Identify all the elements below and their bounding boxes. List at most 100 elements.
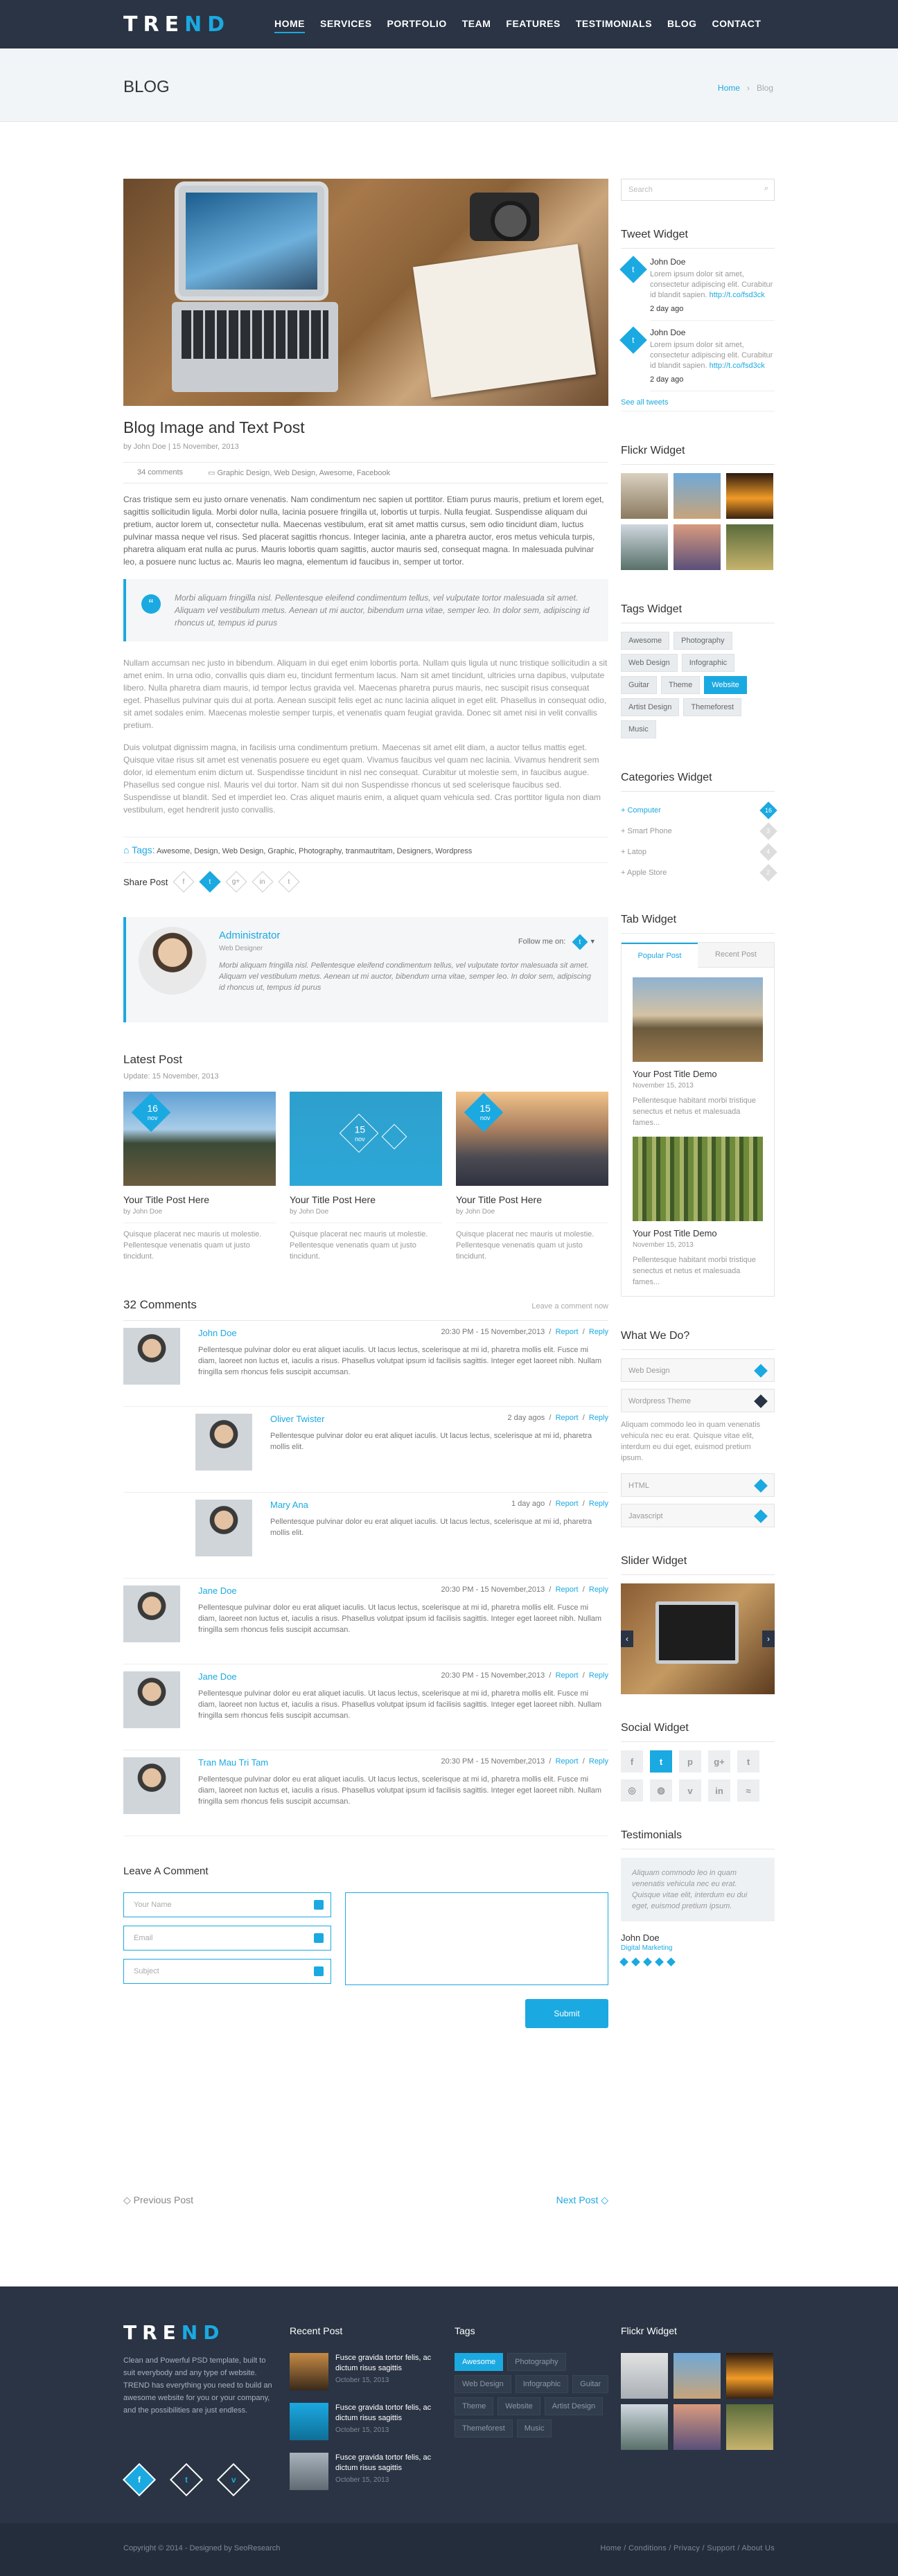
nav-contact[interactable]: CONTACT [712,18,761,33]
submit-button[interactable]: Submit [525,1999,608,2028]
tag-chip[interactable]: Photography [507,2353,566,2371]
slider-next-icon[interactable]: › [762,1631,775,1647]
tag-chip[interactable]: Guitar [621,676,657,694]
camera-icon[interactable] [381,1123,407,1150]
tab-popular[interactable]: Popular Post [622,943,698,968]
tag-chip[interactable]: Website [704,676,747,694]
accordion-item[interactable]: HTML [621,1473,775,1497]
pager-dot[interactable] [667,1957,676,1966]
tag-chip[interactable]: Artist Design [544,2397,604,2415]
facebook-icon[interactable]: f [173,871,195,893]
category-item[interactable]: + Smart Phone 3 [621,821,777,842]
tag-chip[interactable]: Awesome [621,632,670,650]
tag-chip[interactable]: Artist Design [621,698,680,716]
chevron-down-icon[interactable]: ▾ [590,938,595,946]
footer-recent-item[interactable]: Fusce gravida tortor felis, ac dictum ri… [290,2353,442,2390]
report-link[interactable]: Report [556,1500,579,1508]
nav-features[interactable]: FEATURES [506,18,560,33]
tumblr-icon[interactable]: t [278,871,300,893]
nav-home[interactable]: HOME [274,18,305,33]
pinterest-icon[interactable]: p [679,1750,701,1773]
author-name[interactable]: Administrator [219,930,280,941]
tag-chip[interactable]: Web Design [621,654,678,672]
leave-comment-link[interactable]: Leave a comment now [531,1302,608,1311]
comments-count[interactable]: 34 comments [137,468,183,477]
comment-author[interactable]: Mary Ana [270,1500,308,1510]
flickr-thumb[interactable] [726,473,773,519]
subject-field[interactable]: Subject [123,1959,331,1984]
comment-author[interactable]: John Doe [198,1328,237,1338]
nav-team[interactable]: TEAM [462,18,491,33]
latest-post-card[interactable]: 15 nov Your Title Post Here by John Doe Q… [456,1092,608,1262]
reply-link[interactable]: Reply [589,1328,608,1336]
google-plus-icon[interactable]: g+ [708,1750,730,1773]
footer-logo[interactable]: TREND [123,2321,224,2344]
previous-post-link[interactable]: ◇ Previous Post [123,2194,193,2206]
tag-chip[interactable]: Guitar [572,2375,609,2393]
linkedin-icon[interactable]: in [252,871,274,893]
next-post-link[interactable]: Next Post ◇ [556,2194,608,2206]
flickr-thumb[interactable] [726,2404,773,2450]
vimeo-icon[interactable]: v [216,2462,251,2497]
pager-dot[interactable] [619,1957,628,1966]
facebook-icon[interactable]: f [122,2462,157,2497]
flickr-thumb[interactable] [621,524,668,570]
tag-chip[interactable]: Website [498,2397,540,2415]
accordion-item[interactable]: Wordpress Theme [621,1389,775,1412]
instagram-icon[interactable]: ◎ [621,1779,643,1802]
nav-blog[interactable]: BLOG [667,18,696,33]
flickr-thumb[interactable] [674,473,721,519]
nav-services[interactable]: SERVICES [320,18,372,33]
flickr-thumb[interactable] [726,524,773,570]
flickr-thumb[interactable] [674,2404,721,2450]
flickr-thumb[interactable] [674,2353,721,2399]
report-link[interactable]: Report [556,1671,579,1680]
flickr-thumb[interactable] [621,2353,668,2399]
pager-dot[interactable] [631,1957,640,1966]
latest-post-card[interactable]: 15 nov Your Title Post Here by John Doe Q… [290,1092,442,1262]
latest-post-card[interactable]: 16 nov Your Title Post Here by John Doe Q… [123,1092,276,1262]
reply-link[interactable]: Reply [589,1500,608,1508]
facebook-icon[interactable]: f [621,1750,643,1773]
tag-chip[interactable]: Web Design [455,2375,511,2393]
flickr-thumb[interactable] [674,524,721,570]
comment-author[interactable]: Tran Mau Tri Tam [198,1757,268,1768]
reply-link[interactable]: Reply [589,1585,608,1594]
tag-chip[interactable]: Music [516,2419,552,2437]
report-link[interactable]: Report [556,1328,579,1336]
site-logo[interactable]: TREND [123,12,230,37]
vimeo-icon[interactable]: v [679,1779,701,1802]
pager-dot[interactable] [643,1957,652,1966]
breadcrumb-home[interactable]: Home [718,83,740,93]
report-link[interactable]: Report [556,1585,579,1594]
tag-chip[interactable]: Awesome [455,2353,504,2371]
tag-chip[interactable]: Themeforest [683,698,742,716]
comment-author[interactable]: Oliver Twister [270,1414,325,1424]
tag-chip[interactable]: Theme [660,676,701,694]
tab-recent[interactable]: Recent Post [698,943,774,968]
tag-chip[interactable]: Theme [455,2397,494,2415]
report-link[interactable]: Report [556,1757,579,1766]
flickr-thumb[interactable] [621,473,668,519]
reply-link[interactable]: Reply [589,1671,608,1680]
latest-post-heading[interactable]: Your Title Post Here [123,1194,276,1205]
reply-link[interactable]: Reply [589,1757,608,1766]
see-all-tweets-link[interactable]: See all tweets [621,398,775,411]
flickr-thumb[interactable] [726,2353,773,2399]
tag-chip[interactable]: Infographic [681,654,735,672]
search-icon[interactable]: ⌕ [764,184,768,193]
category-item[interactable]: + Computer 16 [621,800,777,821]
latest-post-heading[interactable]: Your Title Post Here [456,1194,608,1205]
accordion-item[interactable]: Javascript [621,1504,775,1527]
tweet-link[interactable]: http://t.co/fsd3ck [710,362,765,370]
footer-recent-item[interactable]: Fusce gravida tortor felis, ac dictum ri… [290,2403,442,2440]
tab-post-item[interactable]: Your Post Title Demo November 15, 2013 P… [622,1137,774,1296]
tag-chip[interactable]: Infographic [515,2375,569,2393]
tab-post-item[interactable]: Your Post Title Demo November 15, 2013 P… [622,968,774,1137]
rss-icon[interactable]: ≈ [737,1779,759,1802]
dribbble-icon[interactable]: ◍ [650,1779,672,1802]
name-field[interactable]: Your Name [123,1892,331,1917]
tag-chip[interactable]: Themeforest [455,2419,513,2437]
twitter-icon[interactable]: t [572,934,588,950]
category-item[interactable]: + Apple Store 2 [621,862,777,883]
